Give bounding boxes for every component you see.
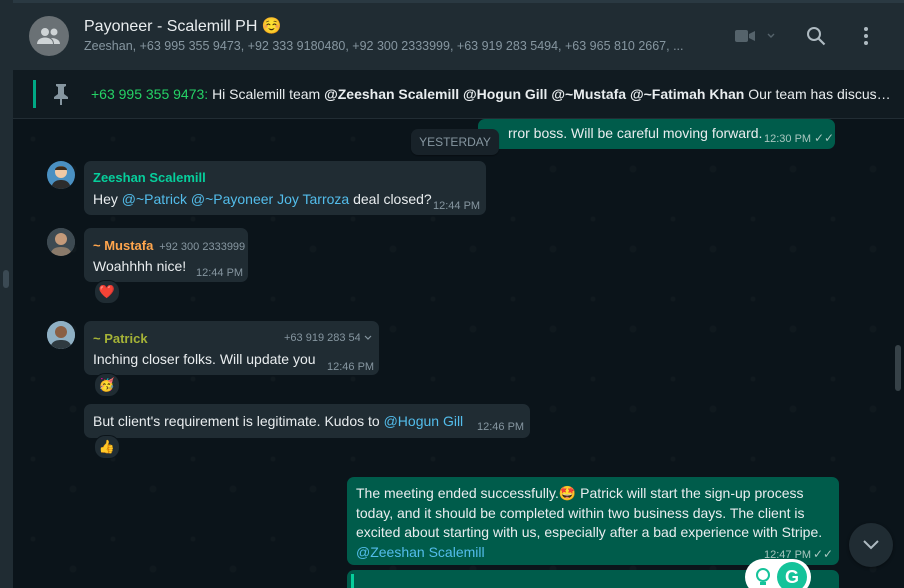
- avatar[interactable]: [47, 228, 75, 256]
- message-bubble-incoming[interactable]: Zeeshan Scalemill Hey @~Patrick @~Payone…: [84, 161, 486, 215]
- pinned-mention: @~Fatimah Khan: [629, 86, 745, 102]
- sender-phone: +92 300 2333999: [159, 241, 246, 253]
- avatar[interactable]: [47, 161, 75, 189]
- menu-dots-icon[interactable]: [859, 25, 873, 47]
- chevron-down-icon[interactable]: [364, 329, 372, 340]
- chevron-down-icon[interactable]: [766, 32, 776, 40]
- message-time: 12:46 PM: [477, 421, 525, 433]
- date-separator: YESTERDAY: [411, 129, 499, 155]
- avatar[interactable]: [47, 321, 75, 349]
- mention-link[interactable]: @~Patrick: [122, 191, 187, 207]
- message-text-part: deal closed?: [349, 191, 432, 207]
- pinned-message-text[interactable]: +63 995 355 9473: Hi Scalemill team @Zee…: [91, 86, 891, 102]
- sidebar-scrollbar[interactable]: [3, 270, 9, 288]
- pin-icon[interactable]: [51, 82, 71, 111]
- message-time: 12:30 PM: [764, 133, 812, 145]
- message-text: Inching closer folks. Will update you: [93, 351, 316, 367]
- sender-row: ~ Mustafa +92 300 2333999: [93, 237, 245, 253]
- pinned-mention: @Hogun Gill: [463, 86, 548, 102]
- chat-header[interactable]: Payoneer - Scalemill PH ☺️ Zeeshan, +63 …: [13, 0, 904, 71]
- message-bubble-incoming[interactable]: But client's requirement is legitimate. …: [84, 404, 530, 438]
- emoji: 🤩: [558, 485, 577, 501]
- message-text: rror boss. Will be careful moving forwar…: [508, 125, 763, 141]
- scroll-to-bottom-button[interactable]: [849, 523, 893, 567]
- read-receipt-icon: ✓✓: [814, 131, 835, 145]
- read-receipt-icon: ✓✓: [813, 547, 834, 561]
- grammarly-extension[interactable]: G: [745, 559, 811, 588]
- pinned-accent-bar: [33, 80, 36, 108]
- chat-window: Payoneer - Scalemill PH ☺️ Zeeshan, +63 …: [0, 0, 904, 588]
- sender-name[interactable]: ~ Mustafa: [93, 238, 153, 253]
- grammarly-icon[interactable]: G: [777, 562, 807, 588]
- chat-title[interactable]: Payoneer - Scalemill PH ☺️: [84, 16, 282, 36]
- message-time: 12:46 PM: [327, 361, 375, 373]
- bulb-icon[interactable]: [753, 567, 773, 587]
- message-text-part: The meeting ended successfully.: [356, 485, 559, 501]
- group-icon[interactable]: [29, 16, 69, 56]
- reaction-badge[interactable]: ❤️: [94, 280, 120, 304]
- chat-participants[interactable]: Zeeshan, +63 995 355 9473, +92 333 91804…: [84, 39, 704, 53]
- pinned-mention: @Zeeshan Scalemill: [324, 86, 460, 102]
- message-text: The meeting ended successfully.🤩 Patrick…: [356, 484, 832, 562]
- quoted-reply-bar: [351, 574, 354, 588]
- reaction-badge[interactable]: 🥳: [94, 373, 120, 397]
- message-text: But client's requirement is legitimate. …: [93, 413, 463, 429]
- sender-name[interactable]: ~ Patrick: [93, 331, 148, 346]
- reaction-badge[interactable]: 👍: [94, 435, 120, 459]
- message-bubble-outgoing[interactable]: The meeting ended successfully.🤩 Patrick…: [347, 477, 839, 565]
- sender-name[interactable]: Zeeshan Scalemill: [93, 170, 206, 185]
- pinned-text-suffix: Our team has discusse...: [748, 86, 891, 102]
- message-list[interactable]: rror boss. Will be careful moving forwar…: [13, 119, 904, 588]
- message-bubble-incoming[interactable]: ~ Mustafa +92 300 2333999 Woahhhh nice! …: [84, 228, 248, 282]
- sender-phone: +63 919 283 5494: [284, 332, 360, 344]
- sidebar-edge: [0, 0, 14, 588]
- chevron-down-icon: [863, 540, 879, 550]
- message-text: Woahhhh nice!: [93, 258, 187, 274]
- mention-link[interactable]: @Zeeshan Scalemill: [356, 544, 485, 560]
- chat-scrollbar[interactable]: [895, 345, 901, 391]
- search-icon[interactable]: [805, 25, 827, 47]
- pinned-text-prefix: Hi Scalemill team: [212, 86, 321, 102]
- message-text-part: Hey: [93, 191, 122, 207]
- mention-link[interactable]: @~Payoneer Joy Tarroza: [191, 191, 349, 207]
- header-top-border: [13, 0, 904, 3]
- pinned-sender: +63 995 355 9473:: [91, 86, 209, 102]
- pinned-message-banner[interactable]: +63 995 355 9473: Hi Scalemill team @Zee…: [13, 70, 904, 119]
- message-time: 12:44 PM: [196, 267, 244, 279]
- message-bubble-incoming[interactable]: ~ Patrick +63 919 283 5494 Inching close…: [84, 321, 379, 375]
- pinned-mention: @~Mustafa: [551, 86, 627, 102]
- mention-link[interactable]: @Hogun Gill: [384, 413, 464, 429]
- message-text-part: But client's requirement is legitimate. …: [93, 413, 384, 429]
- video-call-icon[interactable]: [734, 28, 756, 44]
- message-text: Hey @~Patrick @~Payoneer Joy Tarroza dea…: [93, 191, 432, 207]
- message-time: 12:44 PM: [433, 200, 481, 212]
- message-bubble-outgoing[interactable]: rror boss. Will be careful moving forwar…: [478, 119, 835, 149]
